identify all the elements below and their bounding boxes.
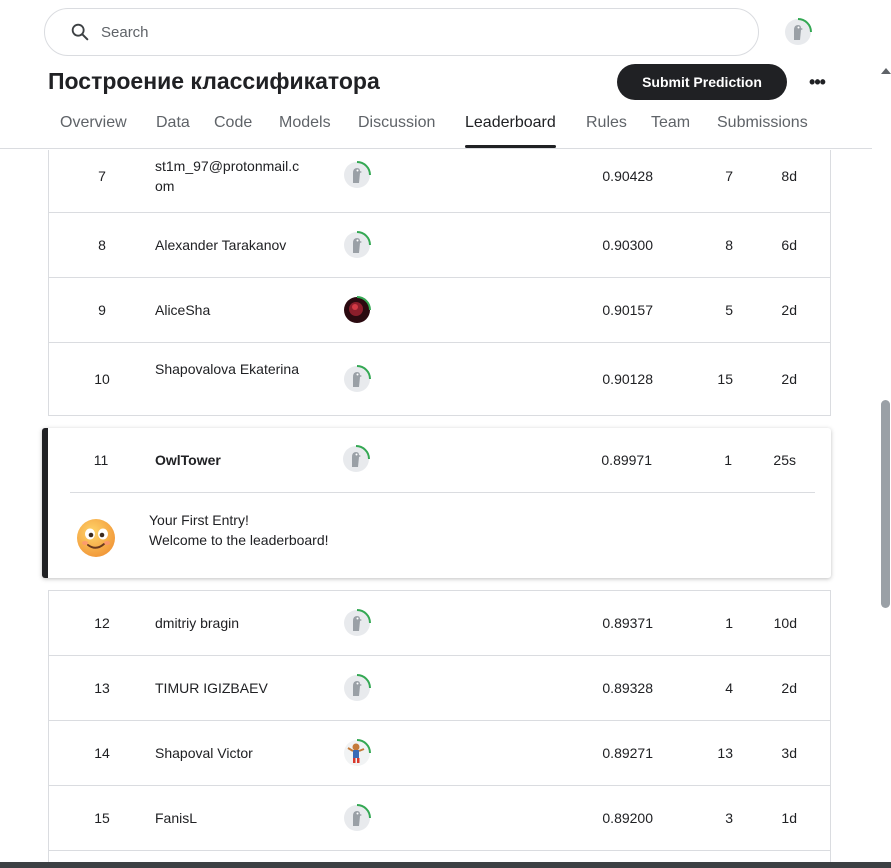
default-avatar-icon [785,18,812,45]
team-name[interactable]: st1m_97@protonmail.com [155,156,305,196]
entries: 13 [717,745,733,761]
score: 0.89271 [602,745,653,761]
user-avatar[interactable] [782,16,814,53]
last-submission: 1d [781,810,797,826]
entries: 7 [725,168,733,184]
team-name[interactable]: FanisL [155,808,355,828]
default-avatar-icon[interactable] [341,802,373,834]
leaderboard-table-top: 7 st1m_97@protonmail.com 0.90428 7 8d 8 … [48,150,831,416]
table-row[interactable]: 9 AliceSha 0.90157 5 2d [49,278,830,343]
rank: 13 [94,680,110,696]
table-row[interactable]: 7 st1m_97@protonmail.com 0.90428 7 8d [49,150,830,213]
divider [70,492,815,493]
last-submission: 8d [781,168,797,184]
default-avatar-icon[interactable] [341,607,373,639]
table-row[interactable]: 13 TIMUR IGIZBAEV 0.89328 4 2d [49,656,830,721]
last-submission: 25s [773,452,796,468]
score: 0.89371 [602,615,653,631]
score: 0.90157 [602,302,653,318]
team-name[interactable]: TIMUR IGIZBAEV [155,678,355,698]
photo-avatar-icon[interactable] [341,294,373,326]
last-submission: 3d [781,745,797,761]
smiley-face-icon [76,518,116,558]
more-options-button[interactable]: ••• [805,70,829,94]
default-avatar-icon[interactable] [341,363,373,395]
tab-code[interactable]: Code [214,114,252,148]
rank: 12 [94,615,110,631]
submit-prediction-button[interactable]: Submit Prediction [617,64,787,100]
default-avatar-icon[interactable] [341,229,373,261]
tab-leaderboard[interactable]: Leaderboard [465,114,556,148]
entries: 5 [725,302,733,318]
score: 0.90128 [602,371,653,387]
team-name[interactable]: AliceSha [155,300,355,320]
team-name[interactable]: Alexander Tarakanov [155,235,355,255]
score: 0.89200 [602,810,653,826]
rank: 7 [98,168,106,184]
message-title: Your First Entry! [149,512,249,528]
last-submission: 2d [781,680,797,696]
default-avatar-icon[interactable] [340,443,372,475]
score: 0.89971 [601,452,652,468]
score: 0.90428 [602,168,653,184]
tab-rules[interactable]: Rules [586,114,627,148]
score: 0.89328 [602,680,653,696]
table-row[interactable]: 10 Shapovalova Ekaterina 0.90128 15 2d [49,343,830,416]
rank: 15 [94,810,110,826]
entries: 1 [724,452,732,468]
rank: 8 [98,237,106,253]
table-row[interactable]: 12 dmitriy bragin 0.89371 1 10d [49,591,830,656]
last-submission: 2d [781,371,797,387]
default-avatar-icon[interactable] [341,159,373,191]
tab-data[interactable]: Data [156,114,190,148]
last-submission: 2d [781,302,797,318]
message-body: Welcome to the leaderboard! [149,532,329,548]
last-submission: 6d [781,237,797,253]
rank: 10 [94,371,110,387]
tab-team[interactable]: Team [651,114,690,148]
search-icon [71,23,89,41]
team-name[interactable]: Shapoval Victor [155,743,355,763]
tab-bar: Overview Data Code Models Discussion Lea… [0,106,872,149]
entries: 1 [725,615,733,631]
own-entry-card[interactable]: 11 OwlTower 0.89971 1 25s Your First Ent… [42,428,831,578]
page-title: Построение классификатора [48,68,380,94]
tab-overview[interactable]: Overview [60,114,127,148]
search-input[interactable] [101,23,701,41]
search-bar[interactable] [44,8,759,56]
scroll-up-arrow-icon[interactable] [881,68,891,74]
tab-submissions[interactable]: Submissions [717,114,808,148]
entries: 15 [717,371,733,387]
team-name[interactable]: dmitriy bragin [155,613,355,633]
last-submission: 10d [773,615,797,631]
table-row[interactable]: 14 Shapoval Victor 0.89271 13 3d [49,721,830,786]
team-name[interactable]: Shapovalova Ekaterina [155,359,305,379]
entries: 8 [725,237,733,253]
welcome-message: Your First Entry! Welcome to the leaderb… [149,510,329,550]
team-name[interactable]: OwlTower [155,452,221,468]
table-row[interactable]: 8 Alexander Tarakanov 0.90300 8 6d [49,213,830,278]
scrollbar-thumb[interactable] [881,400,890,608]
default-avatar-icon[interactable] [341,672,373,704]
entries: 3 [725,810,733,826]
score: 0.90300 [602,237,653,253]
rank: 9 [98,302,106,318]
rank: 14 [94,745,110,761]
rank: 11 [93,452,109,468]
leaderboard-table-bottom: 12 dmitriy bragin 0.89371 1 10d 13 TIMUR… [48,590,831,862]
character-avatar-icon[interactable] [341,737,373,769]
tab-discussion[interactable]: Discussion [358,114,435,148]
table-row[interactable]: 15 FanisL 0.89200 3 1d [49,786,830,851]
entries: 4 [725,680,733,696]
tab-models[interactable]: Models [279,114,331,148]
bottom-bar [0,862,891,868]
